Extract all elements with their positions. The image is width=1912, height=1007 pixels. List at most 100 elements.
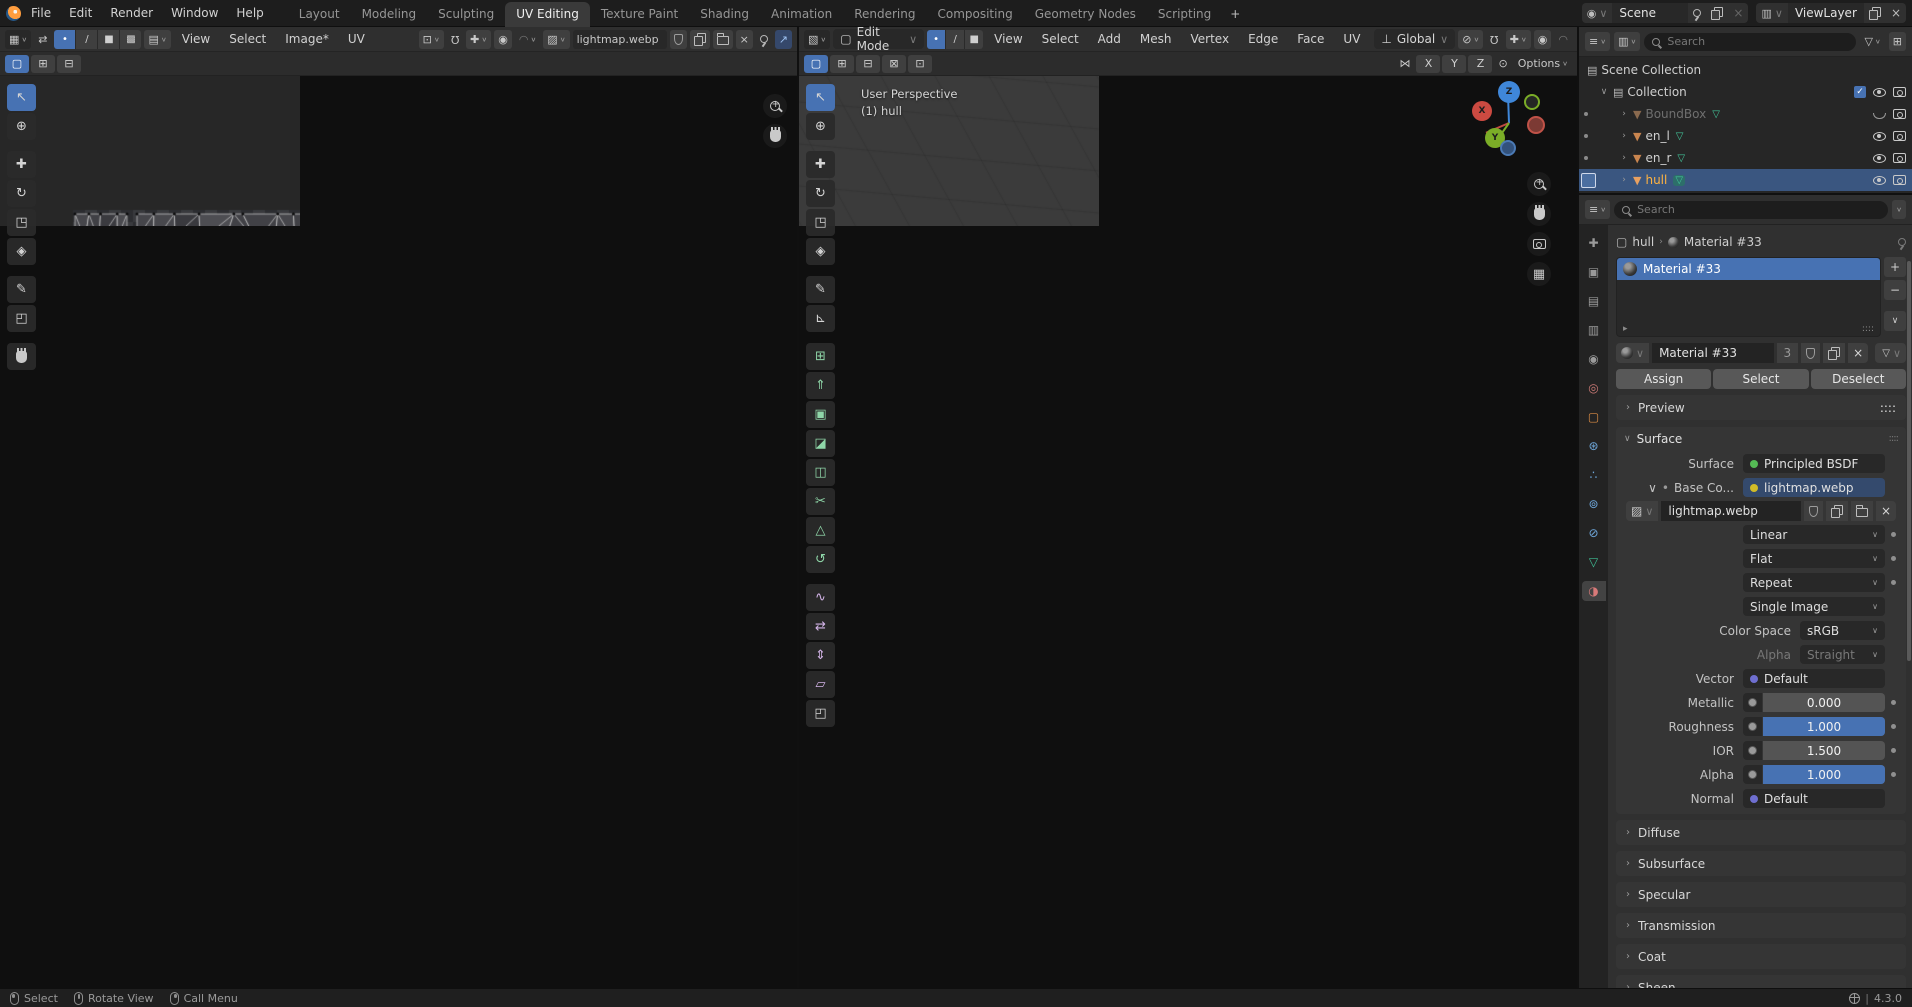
- uv-proportional-falloff-button[interactable]: ◠∨: [515, 30, 540, 49]
- assign-button[interactable]: Assign: [1616, 369, 1711, 389]
- face-select-button[interactable]: ■: [965, 30, 983, 49]
- camera-render-icon[interactable]: [1893, 109, 1906, 119]
- metallic-socket-button[interactable]: [1743, 693, 1762, 712]
- image-unlink-button[interactable]: ×: [1876, 501, 1896, 521]
- uv-image-name-field[interactable]: lightmap.webp: [573, 30, 667, 49]
- uv-canvas[interactable]: [0, 76, 300, 226]
- tool-add-cube[interactable]: ⊞: [806, 343, 835, 370]
- tab-material[interactable]: ◑: [1582, 581, 1606, 601]
- outliner-row-scene-collection[interactable]: ▤ Scene Collection: [1579, 59, 1912, 81]
- collection-checkbox[interactable]: ✓: [1854, 86, 1866, 98]
- mirror-x-button[interactable]: X: [1416, 55, 1440, 73]
- outliner-row-boundbox[interactable]: › ▼ BoundBox ▽: [1579, 103, 1912, 125]
- gizmo-y-negative[interactable]: [1524, 94, 1540, 110]
- vp-menu-edge[interactable]: Edge: [1240, 27, 1286, 52]
- menu-help[interactable]: Help: [228, 1, 271, 26]
- metallic-slider[interactable]: 0.000: [1763, 693, 1885, 712]
- camera-render-icon[interactable]: [1893, 131, 1906, 141]
- vp-menu-select[interactable]: Select: [1034, 27, 1087, 52]
- workspace-tab-shading[interactable]: Shading: [689, 2, 760, 27]
- outliner-row-en-l[interactable]: › ▼ en_l ▽: [1579, 125, 1912, 147]
- workspace-tab-geometry-nodes[interactable]: Geometry Nodes: [1024, 2, 1147, 27]
- uv-sticky-selection-button[interactable]: ▤∨: [144, 30, 170, 49]
- expander-icon[interactable]: ›: [1619, 153, 1629, 163]
- vp-menu-mesh[interactable]: Mesh: [1132, 27, 1180, 52]
- vp-select-new-button[interactable]: ▢: [804, 55, 828, 73]
- tool-inset-faces[interactable]: ▣: [806, 401, 835, 428]
- eye-icon[interactable]: [1873, 88, 1886, 97]
- workspace-tab-texture-paint[interactable]: Texture Paint: [590, 2, 689, 27]
- tool-rotate[interactable]: ↻: [806, 180, 835, 207]
- options-dropdown[interactable]: Options∨: [1514, 54, 1572, 73]
- panel-specular[interactable]: ›Specular: [1616, 882, 1906, 907]
- ior-socket-button[interactable]: [1743, 741, 1762, 760]
- tool-edge-slide[interactable]: ⇄: [806, 613, 835, 640]
- interpolation-dropdown[interactable]: Linear∨: [1743, 525, 1885, 544]
- resize-grip[interactable]: ::::: [1862, 324, 1874, 334]
- tab-physics[interactable]: ⊚: [1582, 494, 1606, 514]
- slot-specials-button[interactable]: ∨: [1884, 311, 1906, 331]
- proportional-falloff-button[interactable]: ◠: [1554, 30, 1572, 49]
- surface-panel-header[interactable]: ∨ Surface ::::: [1616, 427, 1906, 450]
- eye-icon[interactable]: [1873, 176, 1886, 185]
- image-browse-button[interactable]: ▨∨: [1626, 501, 1658, 521]
- base-color-button[interactable]: lightmap.webp: [1743, 478, 1885, 497]
- outliner-search-input[interactable]: [1665, 34, 1848, 49]
- vp-select-invert-button[interactable]: ⊠: [882, 55, 906, 73]
- menu-window[interactable]: Window: [163, 1, 226, 26]
- mode-selector[interactable]: ▢Edit Mode∨: [833, 29, 924, 49]
- roughness-socket-button[interactable]: [1743, 717, 1762, 736]
- tab-world[interactable]: ◎: [1582, 378, 1606, 398]
- uv-select-extend-button[interactable]: ⊞: [31, 55, 55, 73]
- tool-rotate[interactable]: ↻: [7, 180, 36, 207]
- uv-menu-select[interactable]: Select: [221, 27, 274, 52]
- gizmo-z-negative[interactable]: [1500, 140, 1516, 156]
- deselect-button[interactable]: Deselect: [1811, 369, 1906, 389]
- uv-select-subtract-button[interactable]: ⊟: [57, 55, 81, 73]
- uv-proportional-edit-toggle[interactable]: ◉: [494, 30, 512, 49]
- tool-transform[interactable]: ◈: [806, 238, 835, 265]
- tab-constraints[interactable]: ⊘: [1582, 523, 1606, 543]
- alpha-slider[interactable]: 1.000: [1763, 765, 1885, 784]
- tool-rip-region[interactable]: ◰: [7, 305, 36, 332]
- outliner-row-en-r[interactable]: › ▼ en_r ▽: [1579, 147, 1912, 169]
- outliner-filter-button[interactable]: ▽∨: [1860, 32, 1884, 51]
- unlink-material-button[interactable]: ×: [1848, 343, 1868, 363]
- uv-face-mode-button[interactable]: ■: [98, 30, 119, 49]
- eye-icon[interactable]: [1873, 154, 1886, 163]
- drag-grip[interactable]: ::::: [1889, 433, 1898, 444]
- tool-extrude-region[interactable]: ⇑: [806, 372, 835, 399]
- image-copy-button[interactable]: [1826, 501, 1848, 521]
- navigation-gizmo[interactable]: Z X Y: [1469, 80, 1549, 160]
- material-name-field[interactable]: Material #33: [1652, 343, 1773, 363]
- vp-menu-vertex[interactable]: Vertex: [1183, 27, 1238, 52]
- alpha-socket-button[interactable]: [1743, 765, 1762, 784]
- tool-scale[interactable]: ◳: [806, 209, 835, 236]
- tool-tweak-select[interactable]: ↖: [806, 84, 835, 111]
- scene-copy-button[interactable]: [1706, 3, 1728, 23]
- panel-sheen[interactable]: ›Sheen: [1616, 975, 1906, 988]
- gizmo-x-axis[interactable]: X: [1472, 101, 1492, 121]
- tool-grab[interactable]: [7, 343, 36, 370]
- outliner-row-collection[interactable]: ∨ ▤ Collection ✓: [1579, 81, 1912, 103]
- tab-object-data[interactable]: ▽: [1582, 552, 1606, 572]
- eye-icon[interactable]: [1873, 132, 1886, 141]
- snap-target-button[interactable]: ✚∨: [1506, 30, 1531, 49]
- eye-closed-icon[interactable]: [1873, 113, 1886, 119]
- tool-cursor[interactable]: ⊕: [806, 113, 835, 140]
- viewlayer-name[interactable]: ViewLayer: [1788, 6, 1864, 20]
- expander-icon[interactable]: ›: [1619, 131, 1629, 141]
- vp-select-extend-button[interactable]: ⊞: [830, 55, 854, 73]
- tool-annotate[interactable]: ✎: [806, 276, 835, 303]
- remove-slot-button[interactable]: −: [1884, 280, 1906, 300]
- uv-edge-mode-button[interactable]: /: [76, 30, 97, 49]
- uv-island-mode-button[interactable]: ▩: [120, 30, 141, 49]
- tab-render[interactable]: ▣: [1582, 262, 1606, 282]
- workspace-tab-scripting[interactable]: Scripting: [1147, 2, 1222, 27]
- properties-scrollbar[interactable]: [1907, 261, 1911, 661]
- workspace-tab-uv-editing[interactable]: UV Editing: [505, 2, 590, 27]
- breadcrumb-object[interactable]: hull: [1632, 235, 1654, 249]
- panel-coat[interactable]: ›Coat: [1616, 944, 1906, 969]
- workspace-tab-compositing[interactable]: Compositing: [926, 2, 1023, 27]
- tool-shear[interactable]: ▱: [806, 671, 835, 698]
